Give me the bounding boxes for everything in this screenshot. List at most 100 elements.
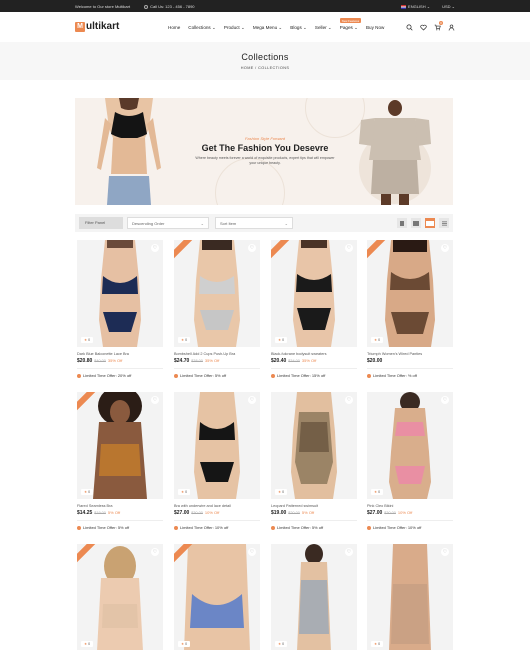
nav-seller[interactable]: Seller ⌄ xyxy=(315,25,332,31)
limited-offer: Limited Time Offer: % off xyxy=(367,368,453,378)
product-card[interactable]: ♡ ★ 0 xyxy=(271,544,357,650)
product-card[interactable]: ♡ ★ 0 xyxy=(367,544,453,650)
star-icon: ★ xyxy=(374,642,378,646)
search-icon[interactable] xyxy=(406,24,413,33)
chevron-down-icon: ⌄ xyxy=(284,221,288,226)
product-image[interactable]: ♡ ★ 0 xyxy=(271,544,357,650)
product-image[interactable]: ♡ ★ 0 xyxy=(174,240,260,347)
star-icon: ★ xyxy=(181,490,185,494)
product-name[interactable]: Bra with underwire and lace detail xyxy=(174,504,260,508)
wishlist-heart-icon[interactable]: ♡ xyxy=(441,244,449,252)
limited-offer: Limited Time Offer: 5% off xyxy=(271,520,357,530)
promo-banner[interactable]: Fashion Style Forward Get The Fashion Yo… xyxy=(75,98,453,205)
star-icon: ★ xyxy=(374,490,378,494)
product-price: $14.25 $19.00 5% Off xyxy=(77,510,121,516)
product-price: $20.80 $40.00 35% Off xyxy=(77,358,123,364)
product-price: $20.40 $34.00 35% Off xyxy=(271,358,317,364)
currency-selector[interactable]: USD ⌄ xyxy=(442,4,455,9)
product-image[interactable]: ♡ ★ 0 xyxy=(77,240,163,347)
product-card[interactable]: ♡ ★ 0 xyxy=(174,544,260,650)
product-card[interactable]: ♡ ★ 0 Dark Blue Balconette Lace Bra $20.… xyxy=(77,240,163,378)
wishlist-heart-icon[interactable]: ♡ xyxy=(248,244,256,252)
product-image[interactable]: ♡ ★ 0 xyxy=(367,240,453,347)
list-view-icon[interactable] xyxy=(439,218,449,228)
wishlist-heart-icon[interactable]: ♡ xyxy=(151,396,159,404)
product-name[interactable]: Leopard Patterned swimsuit xyxy=(271,504,357,508)
grid-2-icon[interactable] xyxy=(397,218,407,228)
rating-badge: ★ 0 xyxy=(371,337,384,343)
product-image[interactable]: ♡ ★ 0 xyxy=(174,392,260,499)
product-image[interactable]: ♡ ★ 0 xyxy=(174,544,260,650)
logo[interactable]: M ultikart xyxy=(75,21,119,32)
sort-order-select[interactable]: Descending Order ⌄ xyxy=(127,217,209,229)
nav-product[interactable]: Product ⌄ xyxy=(224,25,245,31)
product-card[interactable]: ♡ ★ 0 xyxy=(77,544,163,650)
star-icon: ★ xyxy=(181,642,185,646)
nav-mega-menu[interactable]: Mega Menu ⌄ xyxy=(253,25,282,31)
wishlist-heart-icon[interactable]: ♡ xyxy=(248,548,256,556)
nav-buy-now[interactable]: Buy Now xyxy=(366,25,384,31)
rating-badge: ★ 0 xyxy=(81,641,94,647)
star-icon: ★ xyxy=(278,642,282,646)
nav-pages[interactable]: New Features Pages ⌄ xyxy=(339,18,362,31)
product-image[interactable]: ♡ ★ 0 xyxy=(367,392,453,499)
grid-view-switcher xyxy=(397,218,449,228)
product-image[interactable]: ♡ ★ 0 xyxy=(77,392,163,499)
cart-icon[interactable]: 0 xyxy=(434,21,443,33)
product-card[interactable]: ♡ ★ 0 Black-fulcrane bodysuit sweaters $… xyxy=(271,240,357,378)
star-icon: ★ xyxy=(84,642,88,646)
product-card[interactable]: ♡ ★ 0 Flared Seamless Bra $14.25 $19.00 5%… xyxy=(77,392,163,530)
product-card[interactable]: ♡ ★ 0 Leopard Patterned swimsuit $19.00 $… xyxy=(271,392,357,530)
product-name[interactable]: Black-fulcrane bodysuit sweaters xyxy=(271,352,357,356)
nav-collections[interactable]: Collections ⌄ xyxy=(188,25,216,31)
product-card[interactable]: ♡ ★ 0 Bombshell Add 2 Cups Push-Up Bra $… xyxy=(174,240,260,378)
wishlist-heart-icon[interactable]: ♡ xyxy=(345,244,353,252)
product-card[interactable]: ♡ ★ 0 Bra with underwire and lace detail… xyxy=(174,392,260,530)
wishlist-heart-icon[interactable]: ♡ xyxy=(345,548,353,556)
filter-panel-button[interactable]: Filter Panel xyxy=(79,217,123,229)
product-image[interactable]: ♡ ★ 0 xyxy=(271,392,357,499)
product-image[interactable]: ♡ ★ 0 xyxy=(271,240,357,347)
product-image[interactable]: ♡ ★ 0 xyxy=(367,544,453,650)
rating-badge: ★ 0 xyxy=(178,641,191,647)
star-icon: ★ xyxy=(181,338,185,342)
header: M ultikart Home Collections ⌄ Product ⌄ … xyxy=(0,12,530,42)
flag-icon xyxy=(401,5,407,9)
product-name[interactable]: Bombshell Add 2 Cups Push-Up Bra xyxy=(174,352,260,356)
product-name[interactable]: Dark Blue Balconette Lace Bra xyxy=(77,352,163,356)
product-image[interactable]: ♡ ★ 0 xyxy=(77,544,163,650)
user-icon[interactable] xyxy=(448,24,455,33)
rating-badge: ★ 0 xyxy=(178,489,191,495)
product-name[interactable]: Pink Cleo Bikini xyxy=(367,504,453,508)
wishlist-heart-icon[interactable]: ♡ xyxy=(248,396,256,404)
offer-icon xyxy=(174,525,178,530)
chevron-down-icon: ⌄ xyxy=(200,221,204,226)
wishlist-heart-icon[interactable]: ♡ xyxy=(151,244,159,252)
grid-4-icon[interactable] xyxy=(425,218,435,228)
wishlist-heart-icon[interactable]: ♡ xyxy=(441,396,449,404)
product-price: $27.00 $30.00 10% Off xyxy=(367,510,413,516)
wishlist-icon[interactable] xyxy=(420,24,427,33)
offer-icon xyxy=(271,525,275,530)
offer-icon xyxy=(77,525,81,530)
language-selector[interactable]: ENGLISH ⌄ xyxy=(401,4,430,9)
offer-icon xyxy=(367,373,371,378)
grid-3-icon[interactable] xyxy=(411,218,421,228)
wishlist-heart-icon[interactable]: ♡ xyxy=(345,396,353,404)
banner-text: Where beauty meets forever a world of ex… xyxy=(195,156,335,165)
star-icon: ★ xyxy=(374,338,378,342)
product-name[interactable]: Flared Seamless Bra xyxy=(77,504,163,508)
breadcrumb[interactable]: HOME / COLLECTIONS xyxy=(0,66,530,70)
nav-home[interactable]: Home xyxy=(168,25,180,31)
product-card[interactable]: ♡ ★ 0 Pink Cleo Bikini $27.00 $30.00 10% O… xyxy=(367,392,453,530)
sort-item-select[interactable]: Sort Item ⌄ xyxy=(215,217,293,229)
offer-icon xyxy=(271,373,275,378)
wishlist-heart-icon[interactable]: ♡ xyxy=(151,548,159,556)
star-icon: ★ xyxy=(84,338,88,342)
nav-blogs[interactable]: Blogs ⌄ xyxy=(290,25,307,31)
product-name[interactable]: Triumph Women's Wired Panties xyxy=(367,352,453,356)
product-price: $27.00 $30.00 10% Off xyxy=(174,510,220,516)
wishlist-heart-icon[interactable]: ♡ xyxy=(441,548,449,556)
product-card[interactable]: ♡ ★ 0 Triumph Women's Wired Panties $20.… xyxy=(367,240,453,378)
rating-badge: ★ 0 xyxy=(178,337,191,343)
